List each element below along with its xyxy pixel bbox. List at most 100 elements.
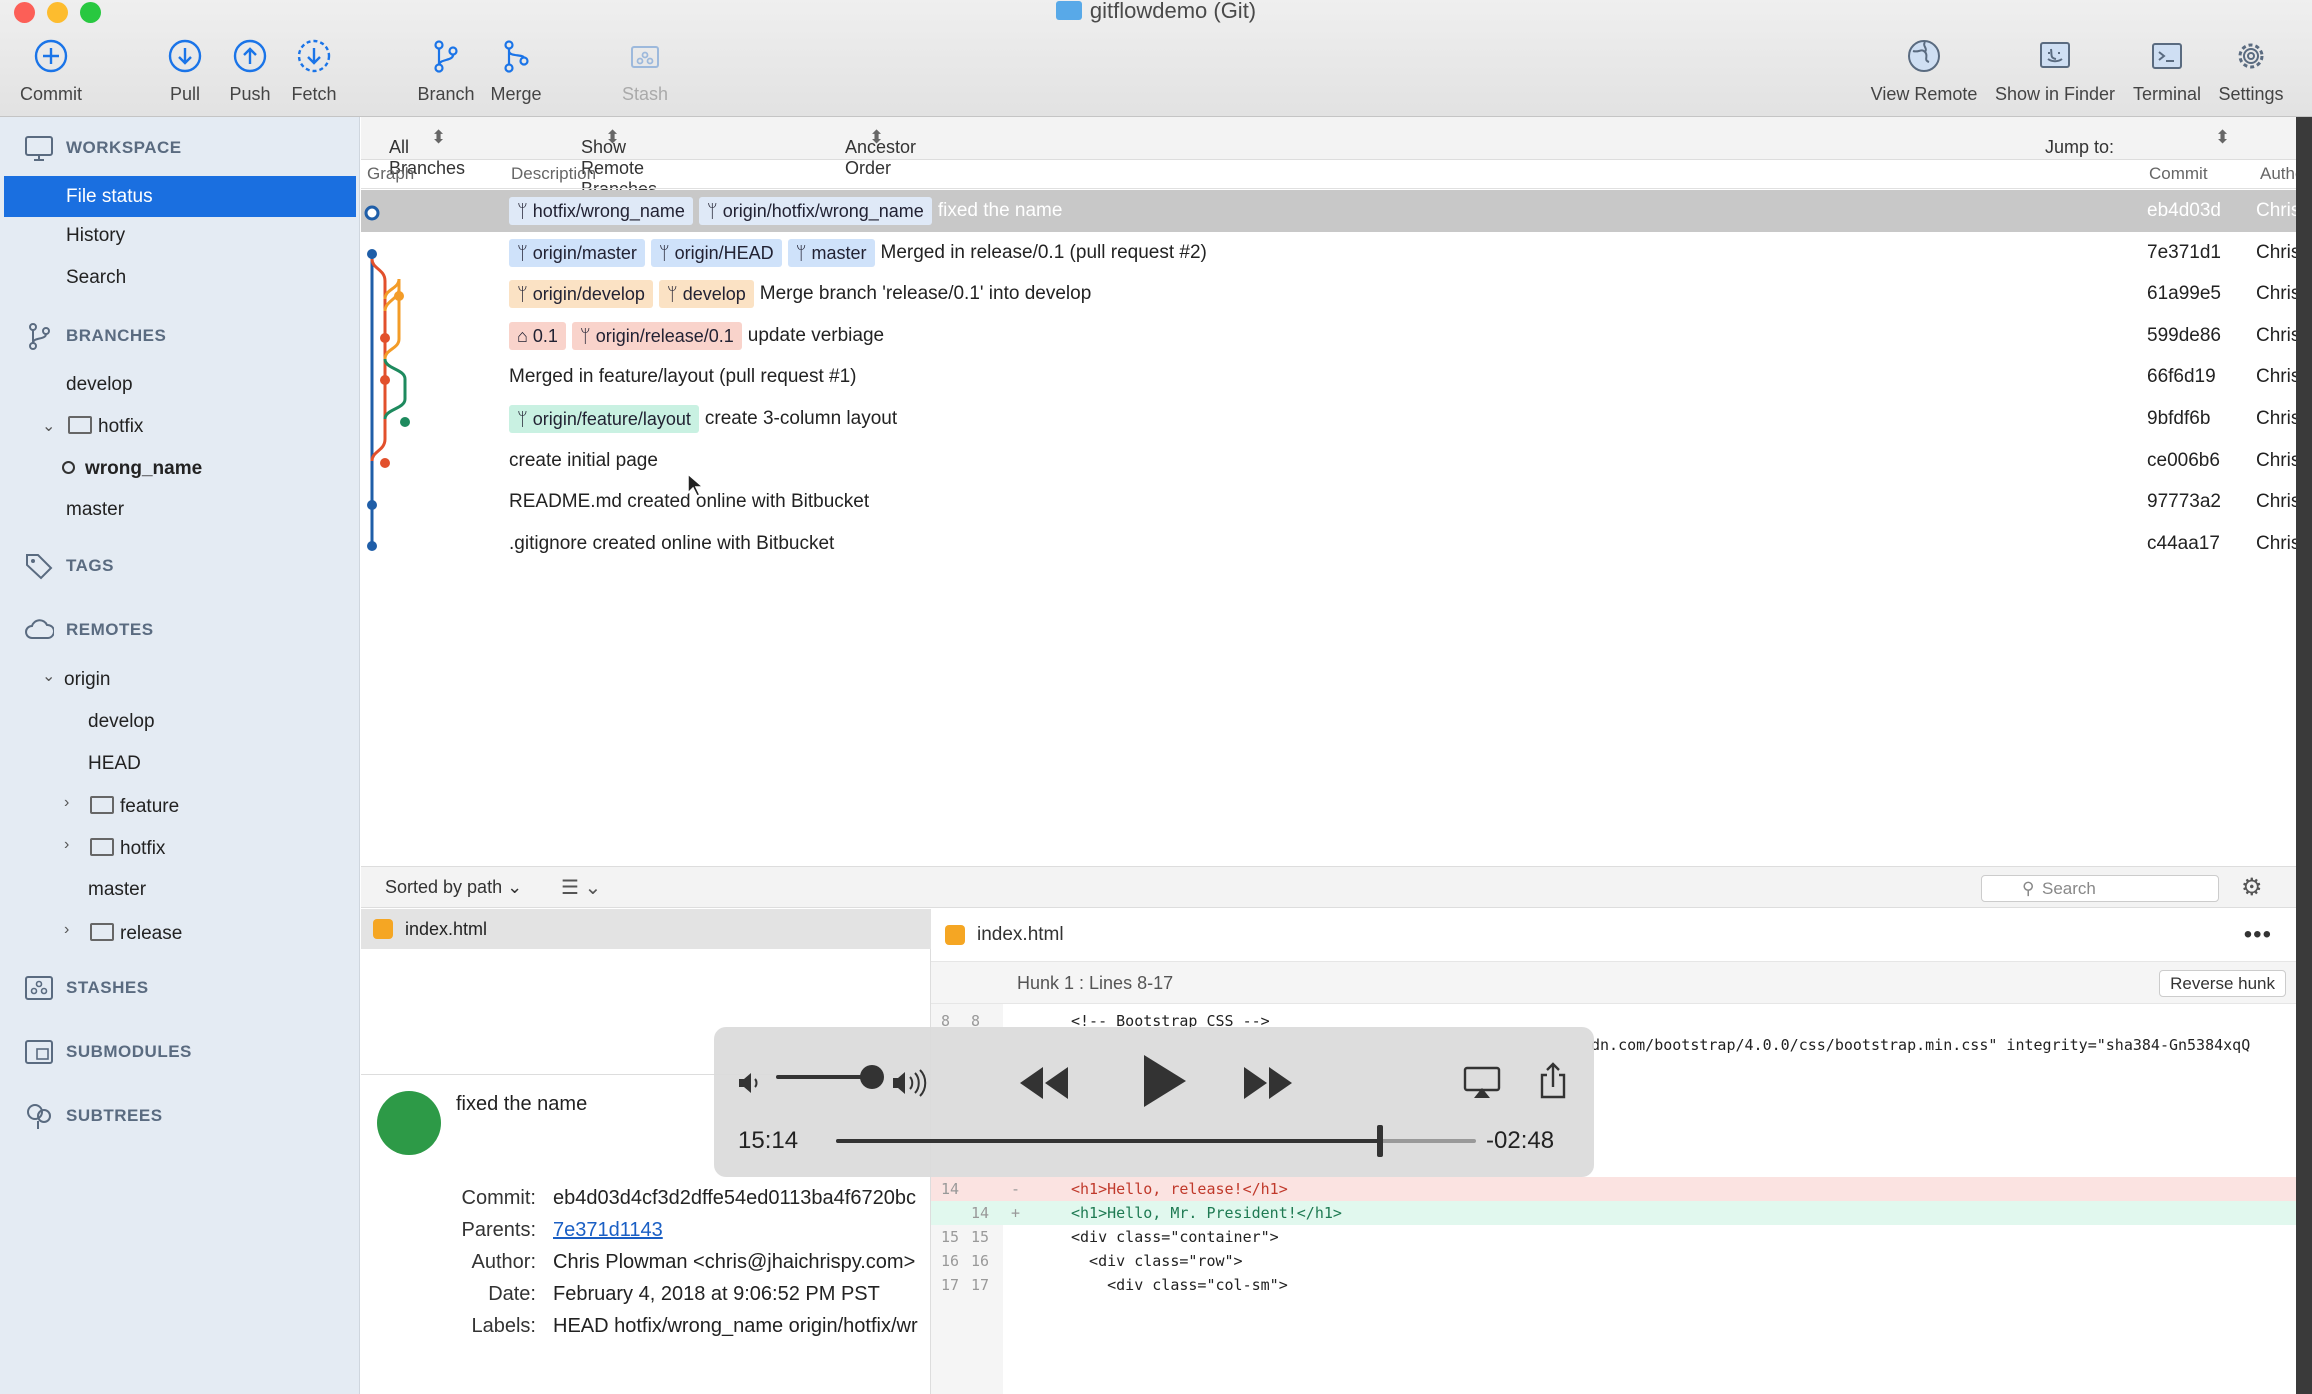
date-value: February 4, 2018 at 9:06:52 PM PST [553, 1283, 880, 1305]
commit-hash: ce006b6 [2147, 449, 2220, 471]
playback-scrubber[interactable] [836, 1125, 1476, 1157]
remote-branches-select[interactable]: Show Remote Branches ⬍ [581, 127, 657, 199]
commit-row[interactable]: Merged in feature/layout (pull request #… [361, 356, 2296, 398]
video-controls: 15:14 -02:48 [714, 1027, 1594, 1177]
volume-knob[interactable] [860, 1065, 884, 1089]
column-description[interactable]: Description [511, 164, 596, 184]
commit-row[interactable]: README.md created online with Bitbucket 9… [361, 481, 2296, 523]
commit-description: ⌂ 0.1 ᛘ origin/release/0.1 update verbiage [509, 315, 884, 357]
all-branches-select[interactable]: All Branches ⬍ [389, 127, 465, 178]
file-search-input[interactable]: ⚲ Search [1981, 875, 2219, 902]
stash-button[interactable]: Stash [620, 36, 670, 105]
merge-button[interactable]: Merge [488, 36, 544, 105]
commit-row[interactable]: ᛘ hotfix/wrong_name ᛘ origin/hotfix/wrong… [361, 190, 2296, 232]
scrubber-knob[interactable] [1377, 1125, 1383, 1157]
volume-low-icon[interactable] [736, 1069, 764, 1097]
commit-message: Merged in feature/layout (pull request #… [509, 366, 857, 388]
diff-code: <h1>Hello, release!</h1> [1071, 1180, 1288, 1198]
share-icon[interactable] [1538, 1061, 1568, 1101]
toolbar: gitflowdemo (Git) Commit Pull Push Fetch… [0, 0, 2312, 117]
parent-link[interactable]: 7e371d1143 [553, 1219, 663, 1242]
progress-fill [836, 1139, 1380, 1143]
commit-author: Chris [2256, 200, 2296, 221]
folder-icon [1055, 1, 1082, 20]
tags-section: TAGS [24, 551, 114, 581]
jump-to-select[interactable]: Jump to: ⬍ [2045, 127, 2230, 157]
more-icon[interactable]: ••• [2244, 909, 2272, 961]
commit-author: Chris [2256, 241, 2296, 263]
stash-icon [25, 976, 53, 1000]
modified-file-icon [945, 925, 965, 945]
chevron-down-icon[interactable]: ⌄ [42, 416, 55, 436]
gear-icon[interactable]: ⚙ [2241, 873, 2263, 902]
rewind-icon[interactable] [1016, 1061, 1072, 1105]
labels-label: Labels: [471, 1315, 537, 1337]
ref-label: ᛘ origin/release/0.1 [571, 321, 742, 350]
sidebar-remote-folder-release[interactable]: release [90, 923, 182, 945]
reverse-hunk-button[interactable]: Reverse hunk [2159, 970, 2286, 997]
sidebar-item-search[interactable]: Search [66, 267, 126, 289]
sidebar-branch-folder-hotfix[interactable]: hotfix [68, 416, 143, 438]
commit-button[interactable]: Commit [16, 36, 86, 105]
commit-row[interactable]: ᛘ origin/master ᛘ origin/HEAD ᛘ master Merg… [361, 232, 2296, 274]
push-button[interactable]: Push [226, 36, 274, 105]
sidebar-branch-wrong-name[interactable]: wrong_name [62, 458, 202, 480]
view-remote-button[interactable]: View Remote [1868, 36, 1980, 105]
author-label: Author: [471, 1251, 536, 1273]
sort-dropdown[interactable]: Sorted by path ⌄ [385, 877, 522, 898]
sidebar-item-history[interactable]: History [66, 225, 125, 247]
volume-high-icon[interactable] [890, 1067, 934, 1099]
commit-row[interactable]: ⌂ 0.1 ᛘ origin/release/0.1 update verbiage… [361, 315, 2296, 357]
commit-author: Chris [2256, 324, 2296, 346]
column-graph[interactable]: Graph [367, 164, 414, 184]
folder-icon [90, 838, 114, 856]
commit-author: Chris [2256, 408, 2296, 429]
commit-hash: eb4d03d4cf3d2dffe54ed0113ba4f6720bc [553, 1187, 916, 1209]
commit-row[interactable]: ᛘ origin/develop ᛘ develop Merge branch 'r… [361, 273, 2296, 315]
commit-row[interactable]: create initial page ce006b6 Chris [361, 440, 2296, 482]
commit-graph [364, 205, 410, 551]
branch-button[interactable]: Branch [414, 36, 478, 105]
terminal-button[interactable]: Terminal [2131, 36, 2203, 105]
airplay-icon[interactable] [1462, 1065, 1502, 1101]
chevron-down-icon[interactable]: ⌄ [42, 666, 55, 686]
commit-row[interactable]: .gitignore created online with Bitbucket… [361, 523, 2296, 565]
commit-author: Chris [2256, 366, 2296, 388]
settings-button[interactable]: Settings [2216, 36, 2286, 105]
chevron-right-icon[interactable]: › [64, 836, 69, 854]
diff-line: 14 + <h1>Hello, Mr. President!</h1> [931, 1201, 2296, 1225]
chevron-right-icon[interactable]: › [64, 794, 69, 812]
sidebar-remote-origin[interactable]: origin [64, 669, 110, 691]
sidebar-remote-develop[interactable]: develop [88, 711, 155, 733]
diff-sign: + [1011, 1204, 1021, 1222]
commit-description: ᛘ origin/feature/layout create 3-column l… [509, 398, 897, 440]
sidebar-branch-develop[interactable]: develop [66, 374, 133, 396]
sidebar-remote-head[interactable]: HEAD [88, 753, 141, 775]
chevron-right-icon[interactable]: › [64, 921, 69, 939]
sidebar-remote-master[interactable]: master [88, 879, 146, 901]
pull-button[interactable]: Pull [165, 36, 205, 105]
column-author[interactable]: Author [2260, 164, 2296, 184]
list-view-icon[interactable]: ☰ ⌄ [561, 875, 601, 900]
sidebar-remote-folder-feature[interactable]: feature [90, 796, 179, 818]
show-in-finder-button[interactable]: Show in Finder [1993, 36, 2117, 105]
commit-author: Chris [2256, 532, 2296, 554]
remaining-time: -02:48 [1486, 1127, 1555, 1154]
branch-filter-bar: All Branches ⬍ Show Remote Branches ⬍ Ance… [361, 117, 2296, 199]
stash-icon [631, 46, 659, 68]
commit-description: ᛘ origin/develop ᛘ develop Merge branch 'r… [509, 273, 1091, 315]
cloud-icon [25, 619, 54, 639]
sidebar-item-file-status[interactable]: File status [4, 176, 356, 217]
commit-author: Chris [2256, 449, 2296, 471]
commit-row[interactable]: ᛘ origin/feature/layout create 3-column l… [361, 398, 2296, 440]
column-commit[interactable]: Commit [2149, 164, 2208, 184]
fast-forward-icon[interactable] [1240, 1061, 1296, 1105]
fetch-button[interactable]: Fetch [289, 36, 339, 105]
diff-line: 14 - <h1>Hello, release!</h1> [931, 1177, 2296, 1201]
play-icon[interactable] [1134, 1051, 1190, 1111]
sidebar-remote-folder-hotfix[interactable]: hotfix [90, 838, 165, 860]
volume-slider[interactable] [776, 1065, 884, 1089]
sidebar-branch-master[interactable]: master [66, 499, 124, 521]
order-select[interactable]: Ancestor Order ⬍ [845, 127, 916, 178]
file-item[interactable]: index.html [361, 909, 931, 949]
